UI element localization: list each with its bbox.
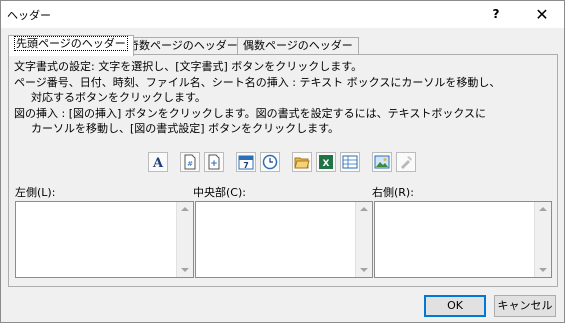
format-text-button[interactable]: A	[148, 152, 168, 172]
scroll-up-icon[interactable]	[360, 207, 368, 211]
tab-label: 先頭ページのヘッダー	[14, 36, 128, 51]
instruction-line: 図の挿入 : [図の挿入] ボタンをクリックします。図の書式を設定するには、テキ…	[14, 106, 487, 120]
insert-file-path-button[interactable]	[292, 152, 312, 172]
insert-page-count-button[interactable]: +	[204, 152, 224, 172]
tab-panel: 文字書式の設定: 文字を選択し、[文字書式] ボタンをクリックします。 ページ番…	[8, 54, 558, 287]
ok-button[interactable]: OK	[424, 295, 486, 317]
left-section-box	[15, 201, 194, 278]
tab-label: 奇数ページのヘッダー	[128, 39, 238, 52]
title-bar[interactable]: ヘッダー ? ✕	[1, 1, 564, 28]
left-section-input[interactable]	[16, 202, 193, 277]
scroll-up-icon[interactable]	[181, 207, 189, 211]
insert-page-number-button[interactable]: #	[180, 152, 200, 172]
close-button[interactable]: ✕	[522, 1, 562, 28]
format-text-icon: A	[152, 156, 164, 170]
svg-text:A: A	[152, 156, 164, 170]
center-section-scrollbar[interactable]	[355, 202, 372, 277]
dialog-title: ヘッダー	[7, 9, 51, 22]
scroll-down-icon[interactable]	[181, 268, 189, 272]
scroll-down-icon[interactable]	[360, 268, 368, 272]
insert-page-count-icon: +	[208, 154, 220, 170]
right-section-box	[374, 201, 552, 278]
right-section-input[interactable]	[375, 202, 551, 277]
tab-label: 偶数ページのヘッダー	[243, 39, 353, 52]
insert-sheet-name-button[interactable]	[340, 152, 360, 172]
center-section-label: 中央部(C):	[193, 186, 246, 199]
insert-picture-icon	[374, 155, 390, 169]
insert-time-icon	[262, 154, 278, 170]
svg-text:#: #	[187, 160, 193, 168]
tab-odd-page-header[interactable]: 奇数ページのヘッダー	[122, 37, 244, 55]
format-picture-button[interactable]	[396, 152, 416, 172]
instructions: 文字書式の設定: 文字を選択し、[文字書式] ボタンをクリックします。 ページ番…	[14, 59, 500, 137]
help-button[interactable]: ?	[476, 1, 516, 28]
right-section-scrollbar[interactable]	[534, 202, 551, 277]
tab-first-page-header[interactable]: 先頭ページのヘッダー	[8, 35, 134, 56]
insert-date-icon: 7	[238, 155, 254, 170]
insert-date-button[interactable]: 7	[236, 152, 256, 172]
header-dialog: ヘッダー ? ✕ 先頭ページのヘッダー 奇数ページのヘッダー 偶数ページのヘッダ…	[0, 0, 565, 323]
format-picture-icon	[401, 156, 412, 169]
instruction-line: 文字書式の設定: 文字を選択し、[文字書式] ボタンをクリックします。	[14, 60, 363, 73]
svg-text:+: +	[210, 159, 218, 169]
instruction-line: カーソルを移動し、[図の書式設定] ボタンをクリックします。	[31, 122, 339, 135]
tab-even-page-header[interactable]: 偶数ページのヘッダー	[237, 37, 359, 55]
svg-text:X: X	[323, 159, 330, 169]
cancel-button[interactable]: キャンセル	[494, 295, 556, 317]
insert-sheet-name-icon	[342, 155, 358, 169]
left-section-scrollbar[interactable]	[176, 202, 193, 277]
insert-page-number-icon: #	[184, 154, 196, 170]
insert-time-button[interactable]	[260, 152, 280, 172]
center-section-input[interactable]	[196, 202, 372, 277]
scroll-up-icon[interactable]	[539, 207, 547, 211]
left-section-label: 左側(L):	[15, 186, 56, 199]
center-section-box	[195, 201, 373, 278]
insert-picture-button[interactable]	[372, 152, 392, 172]
instruction-line: 対応するボタンをクリックします。	[31, 91, 206, 104]
insert-file-name-button[interactable]: X	[316, 152, 336, 172]
insert-file-path-icon	[294, 157, 310, 169]
scroll-down-icon[interactable]	[539, 268, 547, 272]
instruction-line: ページ番号、日付、時刻、ファイル名、シート名の挿入 : テキスト ボックスにカー…	[14, 75, 501, 89]
svg-text:7: 7	[243, 161, 249, 170]
insert-file-name-icon: X	[319, 155, 333, 169]
right-section-label: 右側(R):	[372, 186, 414, 199]
